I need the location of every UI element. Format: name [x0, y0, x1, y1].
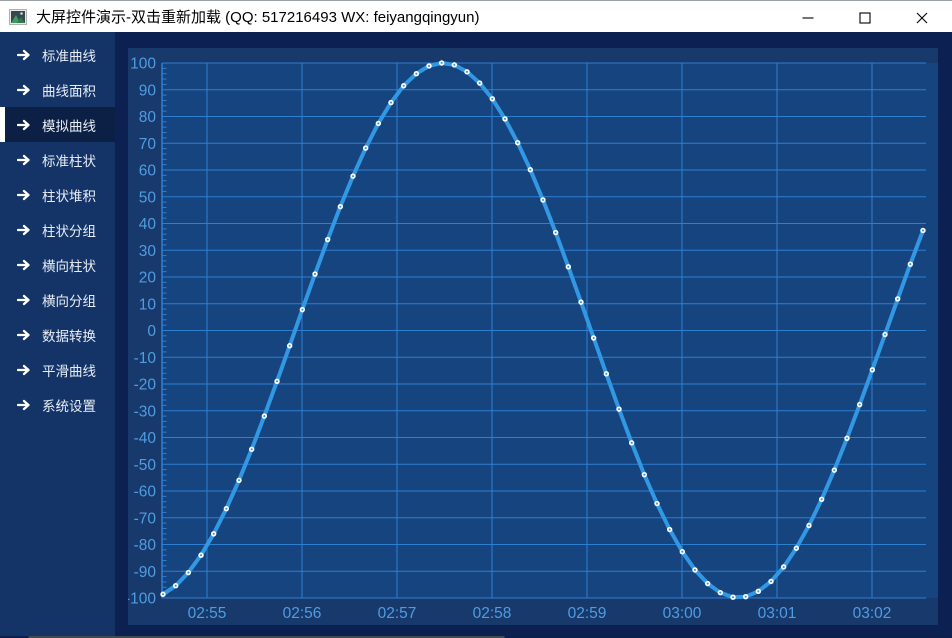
- arrow-right-icon: [17, 294, 31, 306]
- y-tick-label: -60: [134, 484, 157, 501]
- active-indicator-bar: [0, 107, 5, 142]
- sidebar-menu: 标准曲线曲线面积模拟曲线标准柱状柱状堆积柱状分组横向柱状横向分组数据转换平滑曲线…: [0, 32, 115, 638]
- chart-widget: 1009080706050403020100-10-20-30-40-50-60…: [128, 48, 938, 625]
- sidebar-item-label: 系统设置: [42, 395, 96, 415]
- titlebar: 大屏控件演示-双击重新加载 (QQ: 517216493 WX: feiyang…: [0, 0, 952, 32]
- sidebar-item-label: 曲线面积: [42, 80, 96, 100]
- sidebar-item-4[interactable]: 柱状堆积: [0, 177, 115, 212]
- arrow-right-icon: [17, 119, 31, 131]
- x-tick-label: 03:01: [758, 605, 797, 622]
- y-tick-label: -20: [134, 377, 157, 394]
- x-tick-label: 02:56: [283, 605, 322, 622]
- arrow-right-icon: [17, 189, 31, 201]
- y-tick-label: -80: [134, 537, 157, 554]
- y-tick-label: 0: [147, 323, 156, 340]
- y-tick-label: 20: [139, 270, 157, 287]
- arrow-right-icon: [17, 154, 31, 166]
- y-tick-label: 50: [139, 189, 157, 206]
- sidebar-item-2[interactable]: 模拟曲线: [0, 107, 115, 142]
- x-tick-label: 02:57: [378, 605, 417, 622]
- sidebar-item-label: 数据转换: [42, 325, 96, 345]
- sidebar-item-label: 柱状堆积: [42, 185, 96, 205]
- minimize-button[interactable]: [779, 2, 836, 33]
- arrow-right-icon: [17, 364, 31, 376]
- x-tick-label: 02:58: [473, 605, 512, 622]
- arrow-right-icon: [17, 224, 31, 236]
- close-button[interactable]: [893, 2, 950, 33]
- y-tick-label: 30: [139, 243, 157, 260]
- x-tick-label: 02:55: [188, 605, 227, 622]
- sidebar-item-0[interactable]: 标准曲线: [0, 37, 115, 72]
- arrow-right-icon: [17, 329, 31, 341]
- sidebar-item-7[interactable]: 横向分组: [0, 282, 115, 317]
- y-tick-label: 40: [139, 216, 157, 233]
- sidebar-item-6[interactable]: 横向柱状: [0, 247, 115, 282]
- sine-line-chart[interactable]: 1009080706050403020100-10-20-30-40-50-60…: [128, 48, 938, 625]
- maximize-button[interactable]: [836, 2, 893, 33]
- y-tick-label: -90: [134, 564, 157, 581]
- y-tick-label: 60: [139, 163, 157, 180]
- arrow-right-icon: [17, 259, 31, 271]
- sidebar-item-1[interactable]: 曲线面积: [0, 72, 115, 107]
- y-tick-label: -30: [134, 403, 157, 420]
- y-tick-label: 90: [139, 82, 157, 99]
- sidebar-item-8[interactable]: 数据转换: [0, 317, 115, 352]
- y-tick-label: -100: [128, 591, 156, 608]
- minimize-icon: [802, 12, 814, 24]
- sidebar-item-label: 模拟曲线: [42, 115, 96, 135]
- y-tick-label: 70: [139, 136, 157, 153]
- arrow-right-icon: [17, 399, 31, 411]
- y-tick-label: -10: [134, 350, 157, 367]
- arrow-right-icon: [17, 49, 31, 61]
- sidebar-item-label: 标准柱状: [42, 150, 96, 170]
- x-tick-label: 03:00: [663, 605, 702, 622]
- y-tick-label: 80: [139, 109, 157, 126]
- sidebar-item-3[interactable]: 标准柱状: [0, 142, 115, 177]
- close-icon: [916, 12, 928, 24]
- window-title: 大屏控件演示-双击重新加载 (QQ: 517216493 WX: feiyang…: [36, 6, 479, 27]
- sidebar-item-label: 横向分组: [42, 290, 96, 310]
- maximize-icon: [859, 12, 871, 24]
- window-controls: [779, 2, 950, 33]
- y-tick-label: -70: [134, 510, 157, 527]
- sidebar-item-label: 标准曲线: [42, 45, 96, 65]
- y-tick-label: 100: [130, 56, 156, 73]
- y-tick-label: -40: [134, 430, 157, 447]
- sidebar-item-label: 平滑曲线: [42, 360, 96, 380]
- x-tick-label: 02:59: [568, 605, 607, 622]
- sidebar-item-5[interactable]: 柱状分组: [0, 212, 115, 247]
- sidebar-item-label: 柱状分组: [42, 220, 96, 240]
- y-tick-label: -50: [134, 457, 157, 474]
- sidebar-item-9[interactable]: 平滑曲线: [0, 352, 115, 387]
- app-picture-icon: [9, 9, 27, 25]
- x-tick-label: 03:02: [853, 605, 892, 622]
- y-tick-label: 10: [139, 296, 157, 313]
- arrow-right-icon: [17, 84, 31, 96]
- sidebar-item-label: 横向柱状: [42, 255, 96, 275]
- sidebar-item-10[interactable]: 系统设置: [0, 387, 115, 422]
